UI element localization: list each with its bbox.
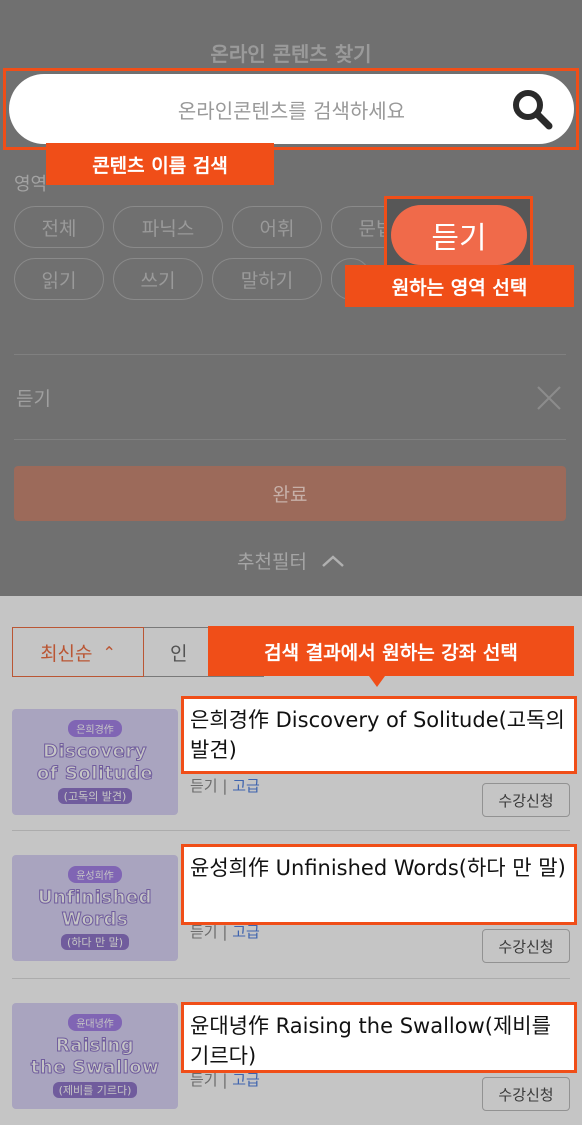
results-callout: 검색 결과에서 원하는 강좌 선택 bbox=[208, 626, 574, 676]
chip-reading[interactable]: 읽기 bbox=[14, 258, 104, 300]
callout-pointer bbox=[369, 676, 385, 687]
area-label: 영역 bbox=[14, 174, 48, 195]
chip-speaking[interactable]: 말하기 bbox=[212, 258, 322, 300]
panel-title: 온라인 콘텐츠 찾기 bbox=[210, 42, 372, 66]
chip-all[interactable]: 전체 bbox=[14, 206, 104, 248]
search-highlight-frame bbox=[3, 68, 579, 150]
selected-filter-label: 듣기 bbox=[16, 388, 51, 410]
recommend-filter-label: 추천필터 bbox=[237, 551, 307, 573]
course-title[interactable]: 윤성희作 Unfinished Words(하다 만 말) bbox=[181, 844, 577, 925]
close-icon[interactable] bbox=[536, 385, 562, 411]
done-button[interactable]: 완료 bbox=[14, 466, 566, 521]
course-title[interactable]: 윤대녕作 Raising the Swallow(제비를 기르다) bbox=[181, 1002, 577, 1073]
area-callout: 원하는 영역 선택 bbox=[345, 265, 574, 307]
chip-writing[interactable]: 쓰기 bbox=[113, 258, 203, 300]
course-title[interactable]: 은희경作 Discovery of Solitude(고독의 발견) bbox=[181, 696, 577, 774]
selected-filter-row: 듣기 bbox=[14, 354, 566, 440]
listen-area-button[interactable]: 듣기 bbox=[391, 205, 527, 265]
chip-vocabulary[interactable]: 어휘 bbox=[232, 206, 322, 248]
search-callout: 콘텐츠 이름 검색 bbox=[46, 143, 274, 185]
chevron-up-icon bbox=[322, 555, 344, 567]
recommend-filter-toggle[interactable]: 추천필터 bbox=[0, 547, 582, 574]
chip-phonics[interactable]: 파닉스 bbox=[113, 206, 223, 248]
